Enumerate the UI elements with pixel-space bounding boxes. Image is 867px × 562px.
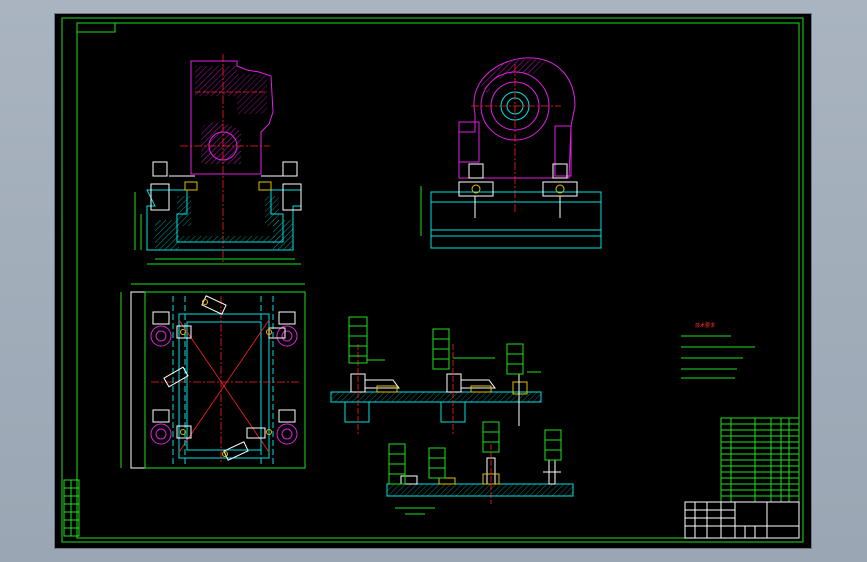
cad-viewport[interactable]: 技术要求 <box>55 14 811 548</box>
side-view <box>420 57 602 249</box>
front-view <box>134 54 302 265</box>
corner-label-box <box>76 22 116 33</box>
technical-notes: 技术要求 <box>681 322 755 379</box>
parts-list <box>720 417 800 503</box>
drawing-canvas: 技术要求 <box>61 17 804 543</box>
section-a <box>330 316 542 434</box>
title-block <box>684 501 800 539</box>
notes-title: 技术要求 <box>695 322 715 329</box>
section-b <box>386 421 574 515</box>
top-view <box>120 283 306 469</box>
